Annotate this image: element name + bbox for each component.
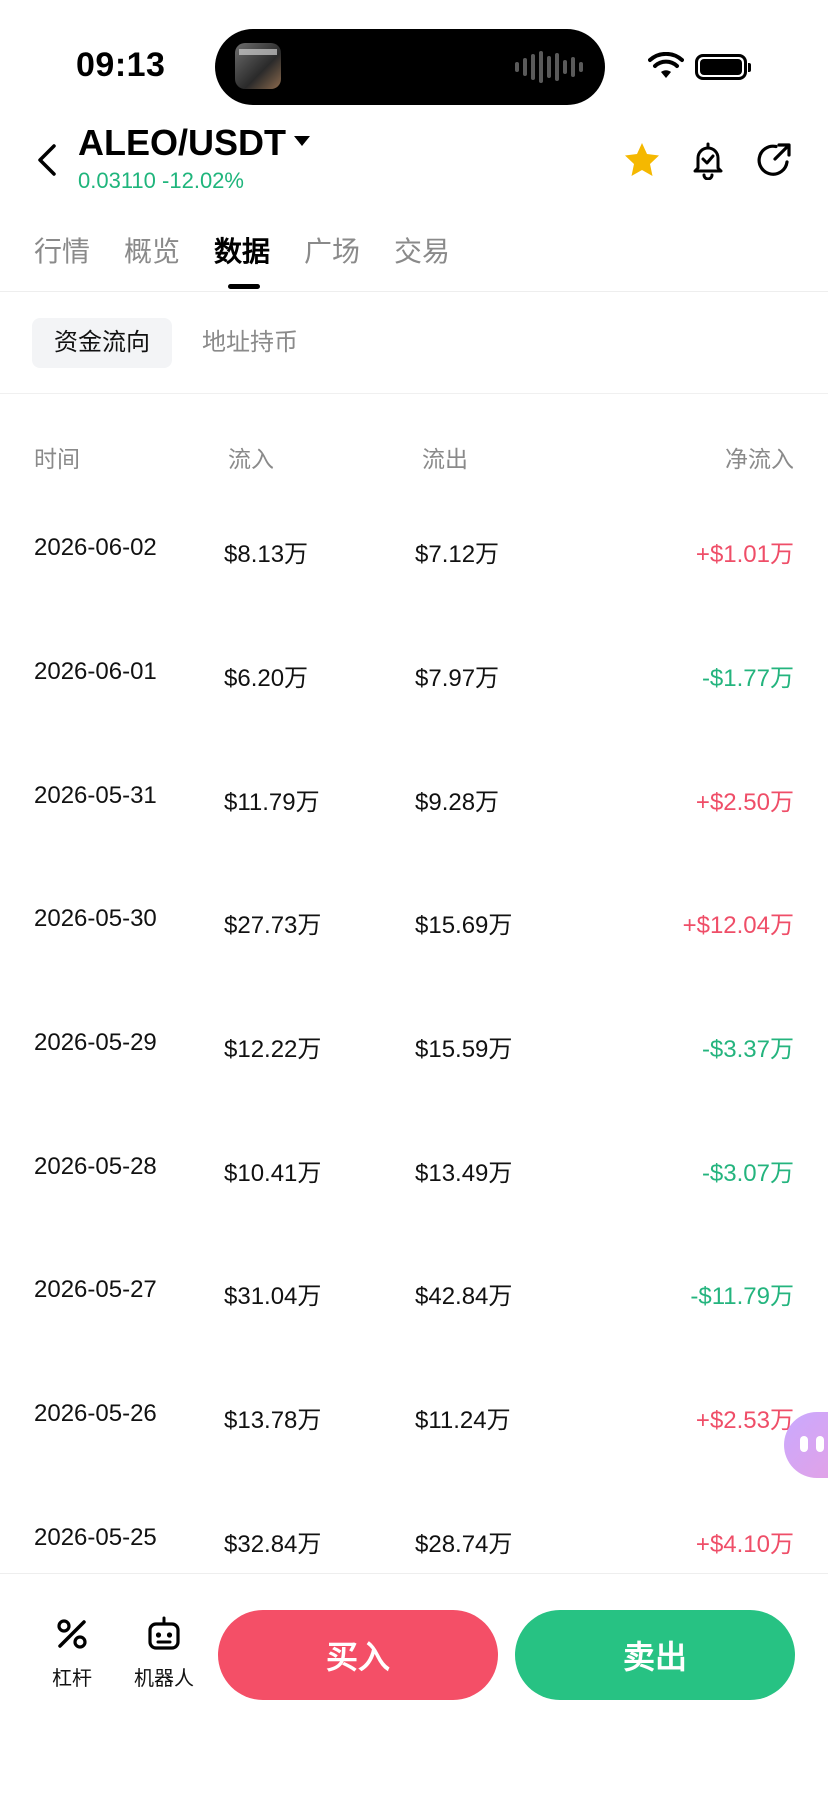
subtab-address-holdings[interactable]: 地址持币 <box>180 318 320 368</box>
row-date: 2026-05-31 <box>34 782 157 809</box>
row-inflow: $31.04万 <box>224 1283 322 1310</box>
row-net-inflow: +$1.01万 <box>695 541 794 568</box>
table-row: 2026-05-29 $12.22万 $15.59万 -$3.37万 <box>0 1029 828 1153</box>
share-icon[interactable] <box>754 140 794 180</box>
row-net-inflow: +$2.50万 <box>695 789 794 816</box>
last-price: 0.03110 <box>78 168 156 193</box>
row-net-inflow: -$11.79万 <box>690 1283 794 1310</box>
row-inflow: $32.84万 <box>224 1531 322 1558</box>
row-net-inflow: -$3.07万 <box>701 1160 794 1187</box>
wifi-icon <box>648 52 684 78</box>
data-subtabs: 资金流向 地址持币 <box>0 292 828 394</box>
status-time: 09:13 <box>76 46 166 84</box>
row-inflow: $13.78万 <box>224 1407 322 1434</box>
row-inflow: $11.79万 <box>224 789 320 816</box>
table-row: 2026-06-01 $6.20万 $7.97万 -$1.77万 <box>0 658 828 782</box>
caret-down-icon[interactable] <box>294 136 310 146</box>
price-change: -12.02% <box>162 168 244 193</box>
row-outflow: $9.28万 <box>415 789 500 816</box>
active-tab-indicator <box>228 284 260 289</box>
buy-button[interactable]: 买入 <box>218 1610 498 1700</box>
table-row: 2026-05-30 $27.73万 $15.69万 +$12.04万 <box>0 905 828 1029</box>
robot-icon <box>148 1616 180 1650</box>
bot-label: 机器人 <box>134 1668 194 1690</box>
tab-square[interactable]: 广场 <box>304 230 360 270</box>
row-outflow: $7.97万 <box>415 665 500 692</box>
row-net-inflow: +$4.10万 <box>695 1531 794 1558</box>
table-row: 2026-05-28 $10.41万 $13.49万 -$3.07万 <box>0 1153 828 1277</box>
row-date: 2026-05-26 <box>34 1400 157 1427</box>
leverage-button[interactable]: 杠杆 <box>32 1614 112 1691</box>
row-outflow: $28.74万 <box>415 1531 513 1558</box>
row-inflow: $27.73万 <box>224 912 322 939</box>
bottom-trade-bar: 杠杆 机器人 买入 卖出 <box>0 1573 828 1801</box>
row-net-inflow: -$1.77万 <box>701 665 794 692</box>
dynamic-island[interactable] <box>215 29 605 105</box>
battery-icon <box>695 54 751 80</box>
row-inflow: $8.13万 <box>224 541 309 568</box>
alarm-bell-icon[interactable] <box>688 140 728 180</box>
column-header-inflow: 流入 <box>228 446 274 472</box>
tab-data[interactable]: 数据 <box>214 230 270 270</box>
row-inflow: $10.41万 <box>224 1160 322 1187</box>
row-outflow: $11.24万 <box>415 1407 511 1434</box>
row-outflow: $42.84万 <box>415 1283 513 1310</box>
sell-button[interactable]: 卖出 <box>515 1610 795 1700</box>
tab-market[interactable]: 行情 <box>34 230 90 270</box>
row-inflow: $6.20万 <box>224 665 309 692</box>
main-tabs: 行情 概览 数据 广场 交易 <box>0 222 828 292</box>
bot-button[interactable]: 机器人 <box>124 1614 204 1691</box>
column-header-net-inflow: 净流入 <box>725 446 794 472</box>
table-row: 2026-05-26 $13.78万 $11.24万 +$2.53万 <box>0 1400 828 1524</box>
row-date: 2026-05-27 <box>34 1276 157 1303</box>
row-outflow: $15.59万 <box>415 1036 513 1063</box>
row-date: 2026-05-29 <box>34 1029 157 1056</box>
row-date: 2026-05-28 <box>34 1153 157 1180</box>
row-net-inflow: +$2.53万 <box>695 1407 794 1434</box>
table-row: 2026-05-27 $31.04万 $42.84万 -$11.79万 <box>0 1276 828 1400</box>
table-row: 2026-05-31 $11.79万 $9.28万 +$2.50万 <box>0 782 828 906</box>
audio-wave-icon <box>515 51 583 83</box>
now-playing-thumbnail <box>235 43 281 89</box>
row-outflow: $13.49万 <box>415 1160 513 1187</box>
row-date: 2026-06-02 <box>34 534 157 561</box>
row-net-inflow: +$12.04万 <box>682 912 794 939</box>
subtab-fund-flow[interactable]: 资金流向 <box>32 318 172 368</box>
column-header-time: 时间 <box>34 446 80 472</box>
tab-trade[interactable]: 交易 <box>394 230 450 270</box>
row-date: 2026-05-25 <box>34 1524 157 1551</box>
tab-overview[interactable]: 概览 <box>124 230 180 270</box>
row-outflow: $7.12万 <box>415 541 500 568</box>
row-inflow: $12.22万 <box>224 1036 322 1063</box>
row-outflow: $15.69万 <box>415 912 513 939</box>
column-header-outflow: 流出 <box>422 446 468 472</box>
price-line: 0.03110 -12.02% <box>78 168 244 194</box>
row-date: 2026-05-30 <box>34 905 157 932</box>
leverage-icon <box>57 1619 87 1649</box>
row-net-inflow: -$3.37万 <box>701 1036 794 1063</box>
status-bar: 09:13 <box>0 0 828 120</box>
star-icon[interactable] <box>622 140 662 180</box>
row-date: 2026-06-01 <box>34 658 157 685</box>
leverage-label: 杠杆 <box>52 1668 92 1690</box>
table-row: 2026-06-02 $8.13万 $7.12万 +$1.01万 <box>0 534 828 658</box>
back-icon[interactable] <box>30 140 66 180</box>
pair-header: ALEO/USDT 0.03110 -12.02% <box>0 120 828 200</box>
pair-title[interactable]: ALEO/USDT <box>78 122 286 164</box>
